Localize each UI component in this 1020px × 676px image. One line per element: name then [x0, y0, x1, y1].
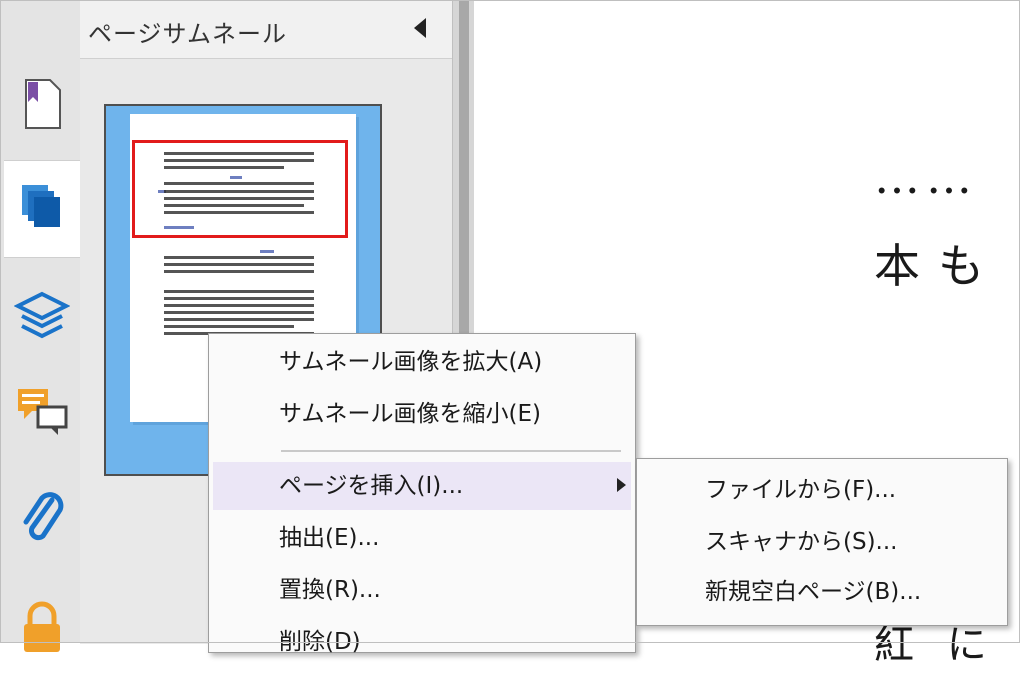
menu-item-label: サムネール画像を縮小(E)	[279, 401, 542, 427]
menu-item-label: 削除(D)	[279, 629, 361, 655]
menu-item-extract[interactable]: 抽出(E)...	[213, 514, 631, 562]
layers-icon	[13, 288, 71, 348]
thumbnail-text-line	[164, 270, 314, 273]
page-thumbnails-button[interactable]	[4, 160, 80, 258]
panel-header: ページサムネール	[80, 0, 452, 54]
thumbnail-text-line	[164, 304, 314, 307]
layers-button[interactable]	[6, 270, 78, 366]
attachments-button[interactable]	[6, 470, 78, 566]
bookmark-icon	[20, 76, 64, 136]
attachment-icon	[16, 488, 68, 548]
lock-icon	[18, 598, 66, 658]
bookmarks-button[interactable]	[6, 58, 78, 154]
menu-item-insert-page[interactable]: ページを挿入(I)...	[213, 462, 631, 510]
menu-item-label: ページを挿入(I)...	[279, 473, 464, 499]
submenu-item-from-scanner[interactable]: スキャナから(S)...	[637, 517, 1005, 567]
menu-item-enlarge-thumbnail[interactable]: サムネール画像を拡大(A)	[213, 338, 631, 386]
thumbnail-text-line	[164, 297, 314, 300]
menu-item-label: スキャナから(S)...	[705, 529, 898, 555]
document-text: 本も	[874, 239, 1002, 293]
thumbnail-text-line	[164, 256, 314, 259]
insert-page-submenu: ファイルから(F)... スキャナから(S)... 新規空白ページ(B)...	[636, 458, 1008, 626]
page-thumbnails-icon	[18, 181, 66, 237]
menu-item-label: 新規空白ページ(B)...	[705, 579, 922, 605]
menu-item-replace[interactable]: 置換(R)...	[213, 566, 631, 614]
thumbnail-text-line	[164, 311, 314, 314]
comments-icon	[14, 383, 70, 443]
thumbnail-text-line	[164, 290, 314, 293]
menu-item-shrink-thumbnail[interactable]: サムネール画像を縮小(E)	[213, 390, 631, 438]
security-button[interactable]	[6, 580, 78, 676]
menu-item-label: サムネール画像を拡大(A)	[279, 349, 543, 375]
menu-item-label: 置換(R)...	[279, 577, 381, 603]
navigation-rail	[0, 0, 81, 652]
submenu-item-from-file[interactable]: ファイルから(F)...	[637, 465, 1005, 515]
thumbnail-text-line	[164, 325, 294, 328]
menu-item-label: ファイルから(F)...	[705, 477, 897, 503]
comments-button[interactable]	[6, 365, 78, 461]
menu-item-label: 抽出(E)...	[279, 525, 380, 551]
thumbnail-text-line	[260, 250, 274, 253]
submenu-item-blank-page[interactable]: 新規空白ページ(B)...	[637, 567, 1005, 617]
menu-separator	[281, 450, 621, 452]
selection-rectangle	[132, 140, 348, 238]
thumbnail-text-line	[164, 263, 314, 266]
document-text: ……	[874, 150, 978, 204]
menu-item-delete[interactable]: 削除(D)	[213, 618, 631, 666]
triangle-left-icon[interactable]	[414, 18, 426, 38]
context-menu: サムネール画像を拡大(A) サムネール画像を縮小(E) ページを挿入(I)...…	[208, 333, 636, 655]
panel-title: ページサムネール	[88, 20, 288, 48]
submenu-arrow-icon	[617, 478, 626, 492]
thumbnail-text-line	[164, 318, 314, 321]
